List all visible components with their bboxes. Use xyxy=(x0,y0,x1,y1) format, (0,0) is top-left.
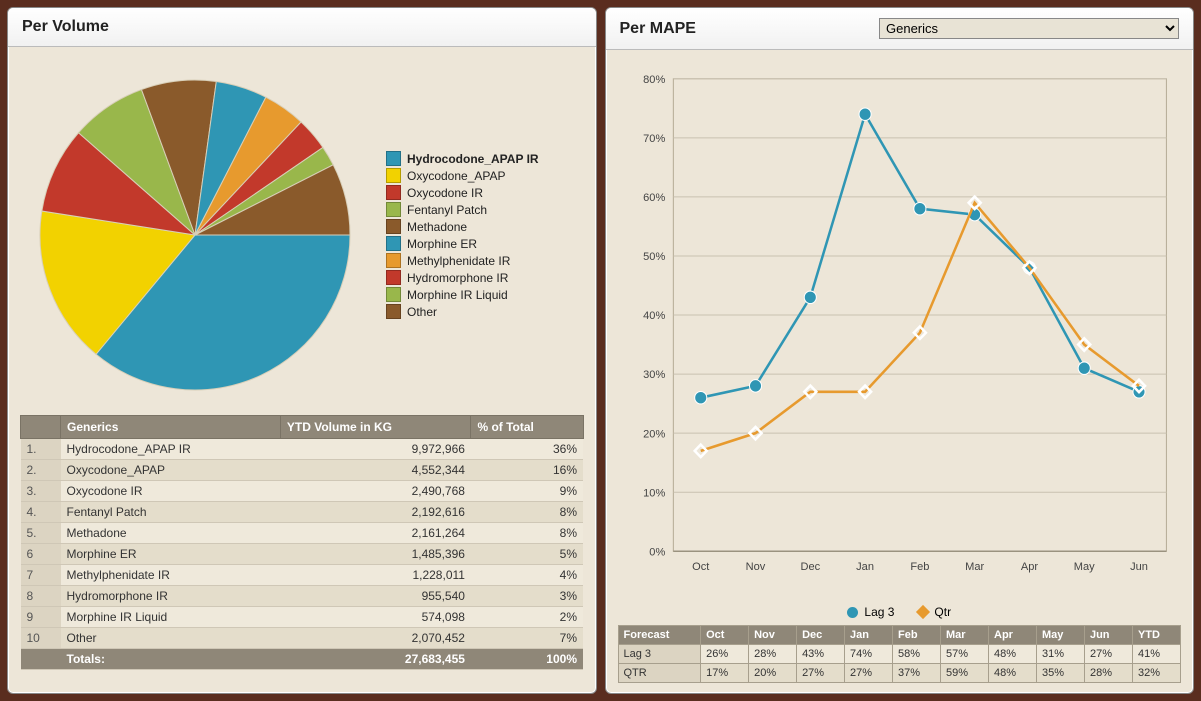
legend-swatch xyxy=(386,219,401,234)
pie-chart-area: Hydrocodone_APAP IR Oxycodone_APAP Oxycodo… xyxy=(20,55,584,415)
legend-item[interactable]: Methadone xyxy=(386,219,539,234)
table-row[interactable]: 3.Oxycodone IR2,490,7689% xyxy=(21,481,584,502)
data-point[interactable] xyxy=(1078,362,1090,374)
svg-text:70%: 70% xyxy=(643,133,665,145)
volume-table: Generics YTD Volume in KG % of Total 1.H… xyxy=(20,415,584,670)
table-row[interactable]: 9Morphine IR Liquid574,0982% xyxy=(21,607,584,628)
svg-text:Nov: Nov xyxy=(745,561,765,573)
svg-text:Apr: Apr xyxy=(1020,561,1037,573)
svg-text:Dec: Dec xyxy=(800,561,820,573)
legend-item[interactable]: Oxycodone IR xyxy=(386,185,539,200)
generics-dropdown[interactable]: Generics xyxy=(879,18,1179,39)
table-row[interactable]: Lag 326%28%43%74%58%57%48%31%27%41% xyxy=(618,645,1181,664)
svg-text:40%: 40% xyxy=(643,310,665,322)
panel-title-right: Per MAPE xyxy=(620,20,696,38)
svg-text:Oct: Oct xyxy=(692,561,710,573)
table-row[interactable]: 10Other2,070,4527% xyxy=(21,628,584,649)
panel-title-left: Per Volume xyxy=(22,18,109,36)
legend-item[interactable]: Other xyxy=(386,304,539,319)
legend-item[interactable]: Hydrocodone_APAP IR xyxy=(386,151,539,166)
forecast-head-row: ForecastOctNovDecJanFebMarAprMayJunYTD xyxy=(618,626,1181,645)
totals-label: Totals: xyxy=(61,649,281,670)
legend-item[interactable]: Oxycodone_APAP xyxy=(386,168,539,183)
col-vol: YTD Volume in KG xyxy=(280,416,471,439)
svg-text:Jun: Jun xyxy=(1130,561,1148,573)
col-idx xyxy=(21,416,61,439)
svg-text:80%: 80% xyxy=(643,74,665,86)
pie-legend: Hydrocodone_APAP IR Oxycodone_APAP Oxycodo… xyxy=(386,149,539,321)
svg-text:0%: 0% xyxy=(649,546,665,558)
legend-item[interactable]: Methylphenidate IR xyxy=(386,253,539,268)
data-point[interactable] xyxy=(804,291,816,303)
data-point[interactable] xyxy=(859,108,871,120)
svg-text:10%: 10% xyxy=(643,487,665,499)
table-row[interactable]: 5.Methadone2,161,2648% xyxy=(21,523,584,544)
dashboard: Per Volume Hydrocodone_APAP IR Oxycodone_… xyxy=(0,0,1201,701)
legend-swatch xyxy=(386,168,401,183)
totals-vol: 27,683,455 xyxy=(280,649,471,670)
svg-text:Feb: Feb xyxy=(910,561,929,573)
lag3-marker-icon xyxy=(847,607,858,618)
svg-text:20%: 20% xyxy=(643,428,665,440)
qtr-marker-icon xyxy=(916,605,930,619)
col-pct: % of Total xyxy=(471,416,583,439)
line-legend: Lag 3 Qtr xyxy=(618,605,1182,625)
legend-swatch xyxy=(386,287,401,302)
legend-swatch xyxy=(386,253,401,268)
panel-per-volume: Per Volume Hydrocodone_APAP IR Oxycodone_… xyxy=(7,7,597,694)
forecast-body: Lag 326%28%43%74%58%57%48%31%27%41%QTR17… xyxy=(618,645,1181,683)
svg-text:60%: 60% xyxy=(643,192,665,204)
totals-pct: 100% xyxy=(471,649,583,670)
line-chart: 0% 10% 20% 30% 40% 50% 60% 70% 80% Oct Nov Dec Jan Fe… xyxy=(618,58,1182,598)
table-row[interactable]: 2.Oxycodone_APAP4,552,34416% xyxy=(21,460,584,481)
table-row[interactable]: 1.Hydrocodone_APAP IR9,972,96636% xyxy=(21,439,584,460)
legend-item[interactable]: Fentanyl Patch xyxy=(386,202,539,217)
legend-swatch xyxy=(386,236,401,251)
data-point[interactable] xyxy=(913,202,925,214)
data-point[interactable] xyxy=(749,380,761,392)
legend-swatch xyxy=(386,185,401,200)
volume-table-body: 1.Hydrocodone_APAP IR9,972,96636%2.Oxyco… xyxy=(21,439,584,649)
svg-text:30%: 30% xyxy=(643,369,665,381)
pie-chart xyxy=(20,55,380,415)
svg-text:Mar: Mar xyxy=(965,561,984,573)
table-row[interactable]: 4.Fentanyl Patch2,192,6168% xyxy=(21,502,584,523)
panel-per-mape: Per MAPE Generics 0% 10% 20% 30% 40% 50% 60% 70… xyxy=(605,7,1195,694)
svg-text:Jan: Jan xyxy=(856,561,874,573)
data-point[interactable] xyxy=(694,391,706,403)
table-row[interactable]: 6Morphine ER1,485,3965% xyxy=(21,544,584,565)
legend-item[interactable]: Hydromorphone IR xyxy=(386,270,539,285)
table-row[interactable]: 7Methylphenidate IR1,228,0114% xyxy=(21,565,584,586)
table-row[interactable]: 8Hydromorphone IR955,5403% xyxy=(21,586,584,607)
col-name: Generics xyxy=(61,416,281,439)
legend-swatch xyxy=(386,151,401,166)
legend-swatch xyxy=(386,202,401,217)
legend-item[interactable]: Morphine ER xyxy=(386,236,539,251)
svg-text:50%: 50% xyxy=(643,251,665,263)
svg-text:May: May xyxy=(1073,561,1094,573)
forecast-table: ForecastOctNovDecJanFebMarAprMayJunYTD L… xyxy=(618,625,1182,683)
legend-swatch xyxy=(386,304,401,319)
legend-swatch xyxy=(386,270,401,285)
table-row[interactable]: QTR17%20%27%27%37%59%48%35%28%32% xyxy=(618,664,1181,683)
legend-item[interactable]: Morphine IR Liquid xyxy=(386,287,539,302)
